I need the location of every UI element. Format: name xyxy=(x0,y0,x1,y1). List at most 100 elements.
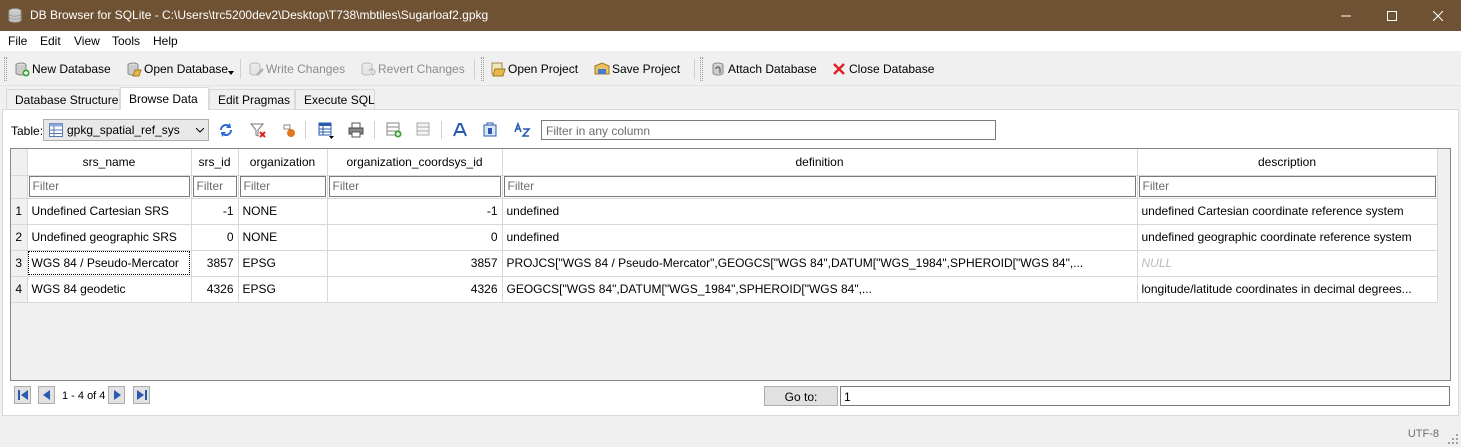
filter-input-description[interactable]: Filter xyxy=(1138,176,1436,197)
column-header-srs-name[interactable]: srs_name xyxy=(27,149,192,176)
data-table: srs_name srs_id organization organizatio… xyxy=(11,149,1438,303)
previous-record-button[interactable] xyxy=(38,386,55,404)
set-encoding-icon[interactable] xyxy=(481,121,499,139)
menu-view[interactable]: View xyxy=(74,34,100,48)
table-cell[interactable]: undefined xyxy=(502,224,1138,251)
refresh-icon[interactable] xyxy=(217,121,235,139)
clear-sort-icon[interactable] xyxy=(280,121,298,139)
window-title: DB Browser for SQLite - C:\Users\trc5200… xyxy=(30,8,489,22)
table-cell[interactable]: 3857 xyxy=(327,250,503,277)
table-cell[interactable]: PROJCS["WGS 84 / Pseudo-Mercator",GEOGCS… xyxy=(502,250,1138,277)
table-select[interactable]: gpkg_spatial_ref_sys xyxy=(43,119,209,141)
attach-database-button[interactable]: Attach Database xyxy=(710,58,817,80)
row-number[interactable]: 2 xyxy=(11,224,28,251)
save-table-icon[interactable] xyxy=(317,121,335,139)
clear-filters-icon[interactable] xyxy=(249,121,267,139)
save-project-button[interactable]: Save Project xyxy=(594,58,680,80)
table-cell[interactable]: 0 xyxy=(327,224,503,251)
table-cell[interactable]: -1 xyxy=(191,198,239,225)
last-record-button[interactable] xyxy=(133,386,150,404)
goto-button[interactable]: Go to: xyxy=(764,386,838,406)
toolbar-grip[interactable] xyxy=(481,57,484,81)
filter-all-input[interactable]: Filter in any column xyxy=(541,120,996,140)
delete-record-icon[interactable] xyxy=(415,121,433,139)
open-database-button[interactable]: Open Database xyxy=(126,58,228,80)
filter-input-definition[interactable]: Filter xyxy=(503,176,1136,197)
toolbar-grip[interactable] xyxy=(4,57,7,81)
next-record-button[interactable] xyxy=(108,386,125,404)
open-database-dropdown-icon[interactable] xyxy=(228,71,234,75)
table-cell[interactable]: undefined xyxy=(502,198,1138,225)
font-format-icon[interactable] xyxy=(451,121,469,139)
first-record-button[interactable] xyxy=(14,386,31,404)
next-record-icon xyxy=(113,390,121,400)
revert-changes-button[interactable]: Revert Changes xyxy=(360,58,465,80)
table-cell[interactable]: WGS 84 / Pseudo-Mercator xyxy=(27,250,192,277)
goto-input[interactable]: 1 xyxy=(840,386,1450,406)
close-icon xyxy=(1433,10,1443,21)
tab-edit-pragmas[interactable]: Edit Pragmas xyxy=(209,89,295,110)
table-cell[interactable]: NONE xyxy=(238,198,328,225)
open-project-button[interactable]: Open Project xyxy=(490,58,578,80)
find-replace-icon[interactable] xyxy=(513,121,531,139)
insert-record-icon[interactable] xyxy=(385,121,403,139)
close-database-button[interactable]: Close Database xyxy=(831,58,934,80)
open-database-icon xyxy=(127,62,142,77)
status-bar: UTF-8 xyxy=(0,420,1461,447)
table-cell[interactable]: undefined geographic coordinate referenc… xyxy=(1137,224,1438,251)
table-cell[interactable]: 0 xyxy=(191,224,239,251)
record-count: 1 - 4 of 4 xyxy=(62,390,106,402)
row-number[interactable]: 1 xyxy=(11,198,28,225)
save-project-icon xyxy=(594,62,610,75)
tab-database-structure[interactable]: Database Structure xyxy=(6,89,120,110)
table-cell[interactable]: 4326 xyxy=(191,276,239,303)
table-cell[interactable]: 3857 xyxy=(191,250,239,277)
row-number[interactable]: 3 xyxy=(11,250,28,277)
table-cell[interactable]: EPSG xyxy=(238,250,328,277)
table-cell[interactable]: undefined Cartesian coordinate reference… xyxy=(1137,198,1438,225)
filter-row-header xyxy=(11,175,28,199)
attach-database-icon xyxy=(712,62,724,76)
table-cell[interactable]: EPSG xyxy=(238,276,328,303)
tab-execute-sql[interactable]: Execute SQL xyxy=(295,89,375,110)
column-header-definition[interactable]: definition xyxy=(502,149,1138,176)
filter-input-organization-coordsys-id[interactable]: Filter xyxy=(328,176,501,197)
resize-grip-icon[interactable] xyxy=(1447,433,1459,445)
table-cell[interactable]: 4326 xyxy=(327,276,503,303)
tab-browse-data[interactable]: Browse Data xyxy=(120,87,209,110)
table-cell[interactable]: -1 xyxy=(327,198,503,225)
column-header-srs-id[interactable]: srs_id xyxy=(191,149,239,176)
revert-changes-icon xyxy=(361,62,376,76)
table-cell-null[interactable]: NULL xyxy=(1137,250,1438,277)
toolbar-separator xyxy=(374,121,375,139)
toolbar-separator xyxy=(474,59,475,79)
menu-edit[interactable]: Edit xyxy=(40,34,61,48)
grid-corner[interactable] xyxy=(11,149,28,176)
filter-input-srs-name[interactable]: Filter xyxy=(28,176,190,197)
write-changes-button[interactable]: Write Changes xyxy=(248,58,345,80)
minimize-button[interactable] xyxy=(1323,0,1369,31)
column-header-organization[interactable]: organization xyxy=(238,149,328,176)
menu-file[interactable]: File xyxy=(8,34,27,48)
encoding-label: UTF-8 xyxy=(1407,428,1439,440)
print-icon[interactable] xyxy=(347,121,365,139)
data-grid: srs_name srs_id organization organizatio… xyxy=(10,148,1451,381)
menu-tools[interactable]: Tools xyxy=(112,34,140,48)
table-cell[interactable]: longitude/latitude coordinates in decima… xyxy=(1137,276,1438,303)
row-number[interactable]: 4 xyxy=(11,276,28,303)
filter-input-srs-id[interactable]: Filter xyxy=(192,176,237,197)
save-project-label: Save Project xyxy=(612,62,681,76)
column-header-organization-coordsys-id[interactable]: organization_coordsys_id xyxy=(327,149,503,176)
table-cell[interactable]: Undefined geographic SRS xyxy=(27,224,192,251)
table-cell[interactable]: NONE xyxy=(238,224,328,251)
table-cell[interactable]: WGS 84 geodetic xyxy=(27,276,192,303)
column-header-description[interactable]: description xyxy=(1137,149,1438,176)
table-cell[interactable]: GEOGCS["WGS 84",DATUM["WGS_1984",SPHEROI… xyxy=(502,276,1138,303)
filter-input-organization[interactable]: Filter xyxy=(239,176,326,197)
close-window-button[interactable] xyxy=(1415,0,1461,31)
new-database-button[interactable]: New Database xyxy=(14,58,111,80)
menu-help[interactable]: Help xyxy=(153,34,178,48)
toolbar-grip[interactable] xyxy=(700,57,703,81)
maximize-button[interactable] xyxy=(1369,0,1415,31)
table-cell[interactable]: Undefined Cartesian SRS xyxy=(27,198,192,225)
